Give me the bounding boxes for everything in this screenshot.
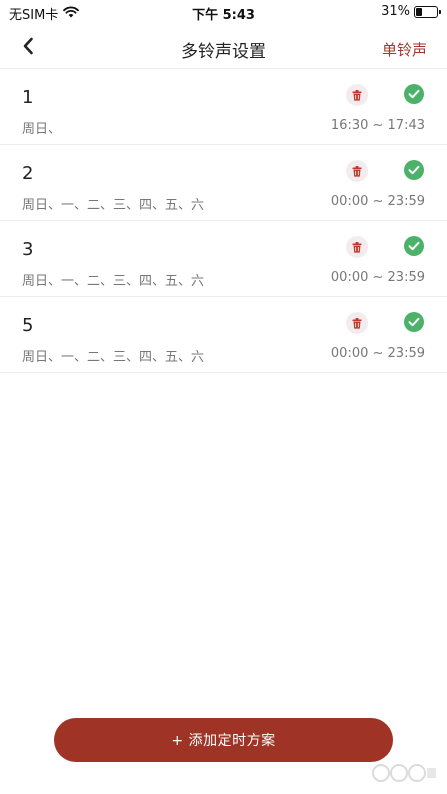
trash-icon bbox=[352, 238, 362, 257]
check-circle-icon[interactable] bbox=[404, 236, 424, 256]
schedule-row[interactable]: 5 周日、一、二、三、四、五、六 00:00 ~ 23:59 bbox=[0, 297, 447, 373]
check-circle-icon[interactable] bbox=[404, 160, 424, 180]
schedule-time: 00:00 ~ 23:59 bbox=[330, 346, 425, 361]
schedule-days: 周日、一、二、三、四、五、六 bbox=[22, 350, 205, 365]
trash-icon bbox=[352, 162, 362, 181]
status-time: 下午 5:43 bbox=[192, 8, 255, 23]
trash-icon bbox=[352, 314, 362, 333]
schedule-name: 5 bbox=[22, 315, 34, 336]
schedule-time: 00:00 ~ 23:59 bbox=[330, 194, 425, 209]
battery-fill bbox=[416, 7, 423, 16]
battery-percent: 31% bbox=[381, 4, 410, 19]
status-bar: 无SIM卡 下午 5:43 31% bbox=[0, 0, 447, 24]
trash-icon bbox=[352, 86, 362, 105]
schedule-row[interactable]: 1 周日、 16:30 ~ 17:43 bbox=[0, 69, 447, 145]
schedule-name: 1 bbox=[22, 87, 34, 108]
schedule-days: 周日、 bbox=[22, 122, 62, 137]
schedule-days: 周日、一、二、三、四、五、六 bbox=[22, 274, 205, 289]
schedule-list: 1 周日、 16:30 ~ 17:43 2 周日、一、二、三、四、五、六 00:… bbox=[0, 68, 447, 373]
app-screen: 无SIM卡 下午 5:43 31% 多铃声设置 单铃声 1 周日、 16:30 … bbox=[0, 0, 447, 794]
single-ringtone-button[interactable]: 单铃声 bbox=[382, 39, 427, 60]
nav-bar: 多铃声设置 单铃声 bbox=[0, 28, 447, 68]
schedule-name: 3 bbox=[22, 239, 34, 260]
delete-button[interactable] bbox=[346, 312, 368, 334]
delete-button[interactable] bbox=[346, 84, 368, 106]
schedule-row[interactable]: 3 周日、一、二、三、四、五、六 00:00 ~ 23:59 bbox=[0, 221, 447, 297]
check-circle-icon[interactable] bbox=[404, 312, 424, 332]
schedule-time: 16:30 ~ 17:43 bbox=[330, 118, 425, 133]
status-right: 31% bbox=[381, 4, 441, 19]
schedule-row[interactable]: 2 周日、一、二、三、四、五、六 00:00 ~ 23:59 bbox=[0, 145, 447, 221]
schedule-time: 00:00 ~ 23:59 bbox=[330, 270, 425, 285]
delete-button[interactable] bbox=[346, 236, 368, 258]
add-schedule-button[interactable]: + 添加定时方案 bbox=[54, 718, 393, 762]
schedule-days: 周日、一、二、三、四、五、六 bbox=[22, 198, 205, 213]
schedule-name: 2 bbox=[22, 163, 34, 184]
delete-button[interactable] bbox=[346, 160, 368, 182]
battery-icon bbox=[414, 5, 441, 18]
check-circle-icon[interactable] bbox=[404, 84, 424, 104]
page-title: 多铃声设置 bbox=[181, 42, 266, 62]
watermark-logo bbox=[371, 762, 437, 784]
